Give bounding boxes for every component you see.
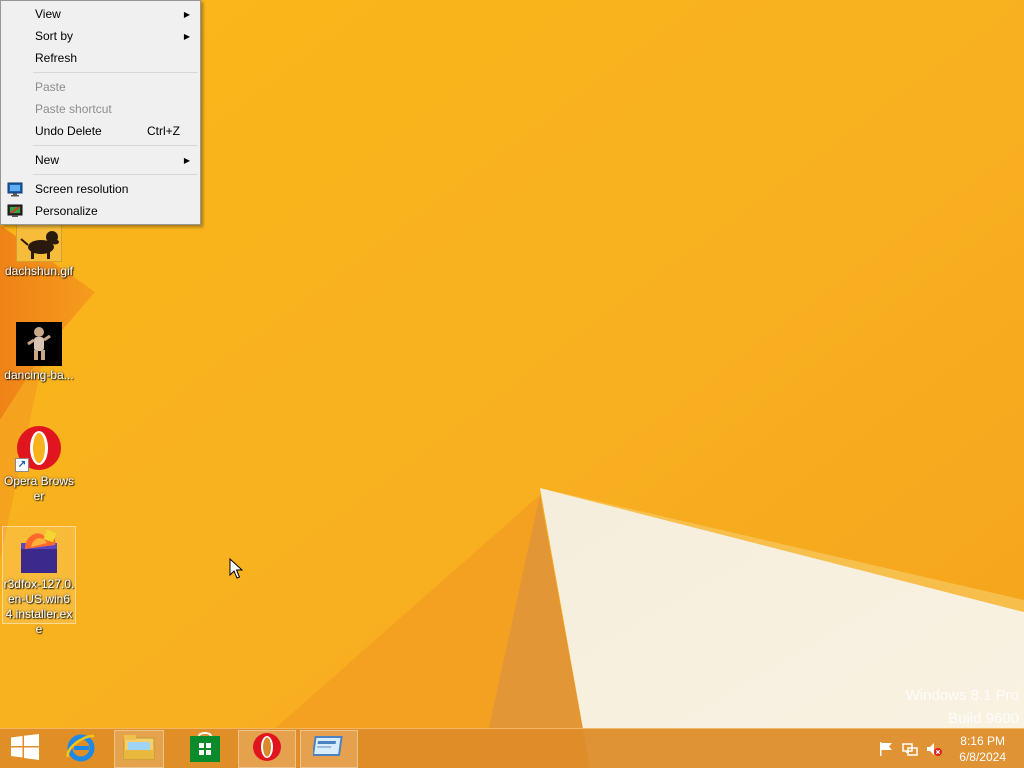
menu-item-label: New <box>35 153 60 167</box>
menu-item-new[interactable]: New ▶ <box>1 149 200 171</box>
shortcut-arrow-icon: ↗ <box>15 458 29 472</box>
taskbar-internet-explorer[interactable] <box>56 730 106 768</box>
os-watermark: Windows 8.1 Pro Build 9600 <box>906 684 1019 730</box>
os-build-text: Build 9600 <box>948 710 1019 727</box>
submenu-arrow-icon: ▶ <box>183 9 190 19</box>
taskbar-clock[interactable]: 8:16 PM 6/8/2024 <box>959 733 1006 765</box>
window-icon <box>311 734 345 765</box>
menu-item-label: View <box>35 7 61 21</box>
menu-item-label: Paste <box>35 80 66 94</box>
menu-item-paste-shortcut[interactable]: Paste shortcut <box>1 98 200 120</box>
menu-item-screen-resolution[interactable]: Screen resolution <box>1 178 200 200</box>
menu-item-view[interactable]: View ▶ <box>1 3 200 25</box>
menu-separator <box>1 142 200 149</box>
desktop-icon-label: dachshun.gif <box>4 264 74 278</box>
submenu-arrow-icon: ▶ <box>183 155 190 165</box>
desktop-icon-label: r3dfox-127.0.en-US.win64.installer.exe <box>3 577 75 636</box>
menu-item-label: Personalize <box>35 204 98 218</box>
volume-muted-icon[interactable] <box>926 741 942 757</box>
folder-icon <box>123 733 155 766</box>
desktop-icon-r3dfox-installer[interactable]: r3dfox-127.0.en-US.win64.installer.exe <box>2 526 76 636</box>
menu-item-label: Screen resolution <box>35 182 129 196</box>
menu-item-label: Paste shortcut <box>35 102 112 116</box>
menu-separator <box>1 69 200 76</box>
menu-item-label: Refresh <box>35 51 78 65</box>
windows-logo-icon <box>11 733 39 765</box>
action-center-flag-icon[interactable] <box>878 741 894 757</box>
network-icon[interactable] <box>902 741 918 757</box>
mouse-cursor-icon <box>229 558 243 579</box>
desktop-icon-dancing-baby[interactable]: dancing-ba... <box>2 322 76 383</box>
desktop-icon-label: dancing-ba... <box>4 368 74 382</box>
menu-item-label: Sort by <box>35 29 74 43</box>
r3dfox-installer-icon <box>15 527 63 575</box>
menu-item-label: Undo Delete <box>35 124 102 138</box>
menu-item-sort-by[interactable]: Sort by ▶ <box>1 25 200 47</box>
internet-explorer-icon <box>65 731 97 768</box>
menu-item-shortcut: Ctrl+Z <box>147 124 180 138</box>
submenu-arrow-icon: ▶ <box>183 31 190 41</box>
menu-item-personalize[interactable]: Personalize <box>1 200 200 222</box>
dachshund-image-icon <box>16 222 62 262</box>
desktop-context-menu: View ▶ Sort by ▶ Refresh Paste Paste sho… <box>0 0 201 225</box>
menu-item-refresh[interactable]: Refresh <box>1 47 200 69</box>
monitor-icon <box>7 181 23 197</box>
taskbar: 8:16 PM 6/8/2024 <box>0 728 1024 768</box>
opera-icon: ↗ <box>15 424 63 472</box>
menu-item-undo-delete[interactable]: Undo Delete Ctrl+Z <box>1 120 200 142</box>
clock-date: 6/8/2024 <box>959 750 1006 764</box>
taskbar-file-explorer[interactable] <box>114 730 164 768</box>
desktop-icon-dachshund[interactable]: dachshun.gif <box>2 222 76 279</box>
menu-separator <box>1 171 200 178</box>
clock-time: 8:16 PM <box>960 734 1005 748</box>
opera-icon <box>252 732 282 767</box>
taskbar-opera[interactable] <box>238 730 296 768</box>
system-tray: 8:16 PM 6/8/2024 <box>864 729 1024 768</box>
menu-item-paste[interactable]: Paste <box>1 76 200 98</box>
desktop-icon-opera[interactable]: ↗ Opera Browser <box>2 424 76 504</box>
store-icon <box>190 731 220 767</box>
start-button[interactable] <box>0 730 50 768</box>
taskbar-window[interactable] <box>300 730 358 768</box>
dancing-baby-image-icon <box>16 322 62 366</box>
desktop-icon-label: Opera Browser <box>3 474 75 503</box>
taskbar-store[interactable] <box>180 730 230 768</box>
os-edition-text: Windows 8.1 Pro <box>905 687 1019 704</box>
personalize-icon <box>7 203 23 219</box>
